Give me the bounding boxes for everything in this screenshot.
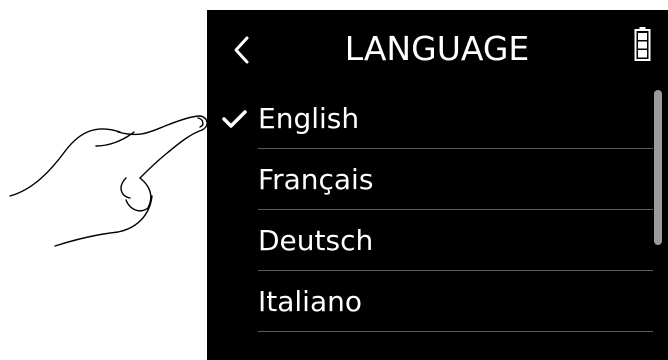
checkmark-icon bbox=[222, 110, 247, 128]
language-item-label: English bbox=[258, 102, 360, 135]
language-item-french[interactable]: Français bbox=[207, 149, 653, 210]
battery-icon bbox=[634, 26, 651, 62]
chevron-left-icon bbox=[234, 36, 249, 64]
page-title: LANGUAGE bbox=[344, 29, 530, 68]
language-item-label: Italiano bbox=[258, 285, 362, 318]
device-screen: LANGUAGE English Français Deutsch Italia… bbox=[207, 10, 668, 360]
title-bar: LANGUAGE bbox=[207, 10, 668, 88]
language-item-italian[interactable]: Italiano bbox=[207, 271, 653, 332]
language-item-label: Français bbox=[258, 163, 374, 196]
back-button[interactable] bbox=[225, 30, 259, 70]
scrollbar[interactable] bbox=[654, 90, 662, 245]
pointing-hand-illustration bbox=[9, 115, 208, 247]
language-list: English Français Deutsch Italiano bbox=[207, 88, 668, 334]
language-item-english[interactable]: English bbox=[207, 88, 653, 149]
divider bbox=[258, 331, 653, 332]
language-item-label: Deutsch bbox=[258, 224, 374, 257]
language-item-german[interactable]: Deutsch bbox=[207, 210, 653, 271]
